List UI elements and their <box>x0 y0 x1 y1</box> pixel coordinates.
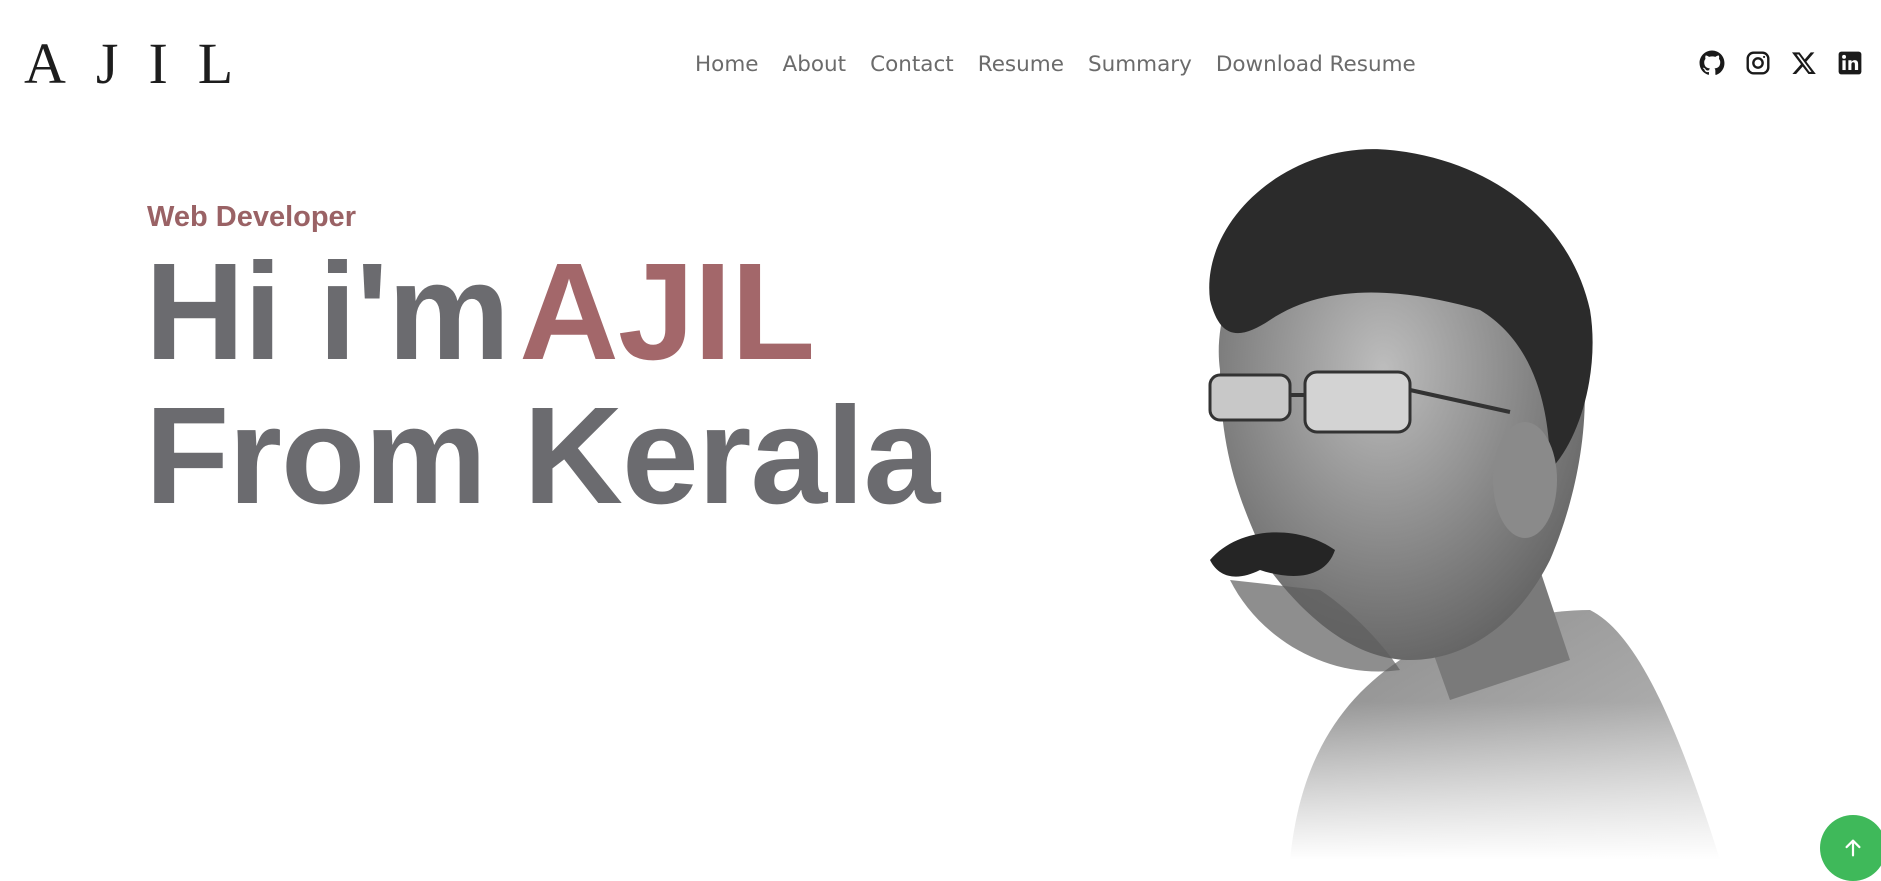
nav-about[interactable]: About <box>783 48 847 82</box>
github-icon[interactable] <box>1699 50 1725 76</box>
nav-download-resume[interactable]: Download Resume <box>1216 48 1416 82</box>
nav-resume[interactable]: Resume <box>978 48 1064 82</box>
linkedin-icon[interactable] <box>1837 50 1863 76</box>
hero-name: AJIL <box>519 235 815 389</box>
site-logo[interactable]: AJIL <box>24 34 263 94</box>
instagram-icon[interactable] <box>1745 50 1771 76</box>
nav-contact[interactable]: Contact <box>870 48 954 82</box>
profile-portrait <box>1150 140 1750 860</box>
hero-greeting-line: Hi i'mAJIL <box>145 242 815 382</box>
nav-summary[interactable]: Summary <box>1088 48 1192 82</box>
scroll-to-top-button[interactable] <box>1820 815 1881 881</box>
hero-location: From Kerala <box>145 379 940 533</box>
page: AJIL Home About Contact Resume Summary D… <box>0 0 1881 881</box>
arrow-up-icon <box>1845 839 1861 857</box>
social-links <box>1699 50 1863 76</box>
hero-greeting: Hi i'm <box>145 235 510 389</box>
nav-home[interactable]: Home <box>695 48 759 82</box>
main-nav: Home About Contact Resume Summary Downlo… <box>695 48 1416 82</box>
x-icon[interactable] <box>1791 50 1817 76</box>
hero-role: Web Developer <box>147 201 356 233</box>
